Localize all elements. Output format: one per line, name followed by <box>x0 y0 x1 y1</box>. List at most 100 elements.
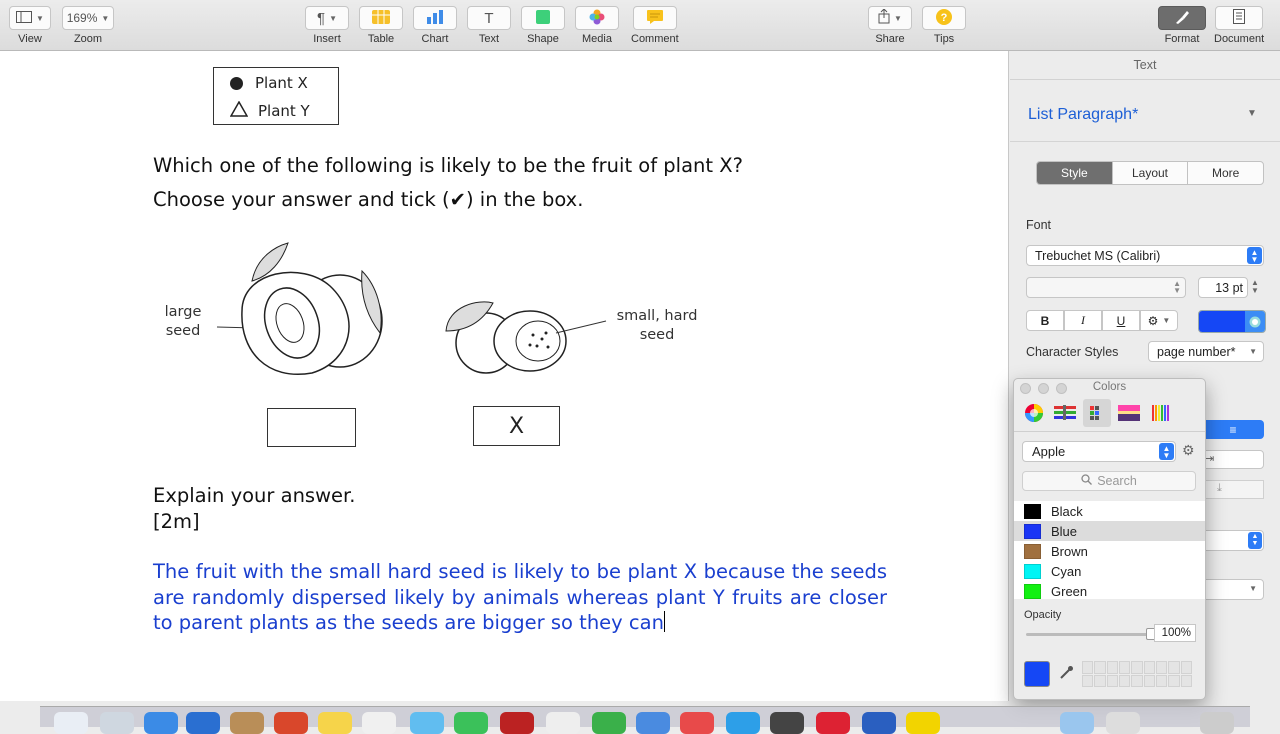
disclosure-triangle-icon[interactable]: ▼ <box>1247 108 1257 119</box>
safari-icon[interactable] <box>144 712 178 734</box>
answer-text-block[interactable]: The fruit with the small hard seed is li… <box>153 559 887 636</box>
zoom-control[interactable]: 169% ▼ Zoom <box>62 6 114 45</box>
notes-icon[interactable] <box>318 712 352 734</box>
launchpad-icon[interactable] <box>100 712 134 734</box>
answer-box-right[interactable]: X <box>473 406 560 446</box>
color-list-item-brown[interactable]: Brown <box>1014 541 1205 561</box>
insert-button[interactable]: ¶ ▼ <box>305 6 349 30</box>
trash-icon[interactable] <box>1200 712 1234 734</box>
indent-button[interactable]: ⇥ <box>1202 450 1264 469</box>
facetime-icon[interactable] <box>454 712 488 734</box>
image-palettes-mode-button[interactable] <box>1115 399 1143 427</box>
segment-more[interactable]: More <box>1188 162 1263 184</box>
table-control[interactable]: Table <box>359 6 403 45</box>
document-button[interactable] <box>1215 6 1264 30</box>
eyedropper-button[interactable] <box>1058 665 1074 686</box>
custom-swatch-slot[interactable] <box>1131 674 1143 687</box>
color-list-item-cyan[interactable]: Cyan <box>1014 561 1205 581</box>
palette-action-button[interactable]: ⚙ <box>1182 442 1195 459</box>
color-wheel-mode-button[interactable] <box>1020 399 1048 427</box>
shape-button[interactable] <box>521 6 565 30</box>
color-list-item-black[interactable]: Black <box>1014 501 1205 521</box>
custom-swatch-slot[interactable] <box>1131 661 1143 674</box>
bullets-select[interactable]: ▼ <box>1202 579 1264 600</box>
font-size-stepper[interactable]: ▲ ▼ <box>1251 279 1259 295</box>
custom-swatch-slot[interactable] <box>1106 661 1118 674</box>
app-store-icon[interactable] <box>726 712 760 734</box>
answer-box-left[interactable] <box>267 408 356 447</box>
segment-layout[interactable]: Layout <box>1113 162 1189 184</box>
documents-stack-icon[interactable] <box>1106 712 1140 734</box>
custom-swatch-slot[interactable] <box>1180 661 1192 674</box>
format-button[interactable] <box>1158 6 1206 30</box>
share-button[interactable]: ▼ <box>868 6 912 30</box>
pencils-mode-button[interactable] <box>1147 399 1175 427</box>
spacing-select[interactable]: ▲ ▼ <box>1202 530 1264 551</box>
system-preferences-icon[interactable] <box>770 712 804 734</box>
tips-button[interactable]: ? <box>922 6 966 30</box>
text-color-well[interactable] <box>1198 310 1266 333</box>
custom-swatch-slot[interactable] <box>1094 674 1106 687</box>
view-control[interactable]: ▼ View <box>9 6 51 45</box>
numbers-icon[interactable] <box>592 712 626 734</box>
custom-swatch-slot[interactable] <box>1155 661 1168 674</box>
view-button[interactable]: ▼ <box>9 6 51 30</box>
text-button[interactable]: T <box>467 6 511 30</box>
media-control[interactable]: Media <box>575 6 619 45</box>
custom-swatch-slot[interactable] <box>1082 674 1094 687</box>
app-icon[interactable] <box>816 712 850 734</box>
text-control[interactable]: T Text <box>467 6 511 45</box>
color-palettes-mode-button[interactable] <box>1083 399 1111 427</box>
chart-control[interactable]: Chart <box>413 6 457 45</box>
current-color-well[interactable] <box>1024 661 1050 687</box>
share-control[interactable]: ▼ Share <box>868 6 912 45</box>
chart-button[interactable] <box>413 6 457 30</box>
finder-icon[interactable] <box>54 712 88 734</box>
insert-control[interactable]: ¶ ▼ Insert <box>305 6 349 45</box>
color-list-item-green[interactable]: Green <box>1014 581 1205 599</box>
app-icon[interactable] <box>906 712 940 734</box>
reminders-icon[interactable] <box>362 712 396 734</box>
custom-swatch-slot[interactable] <box>1180 674 1192 687</box>
custom-swatch-slot[interactable] <box>1155 674 1168 687</box>
custom-swatches-grid[interactable] <box>1082 661 1192 687</box>
custom-swatch-slot[interactable] <box>1143 674 1155 687</box>
color-list-item-blue[interactable]: Blue <box>1014 521 1205 541</box>
keynote-icon[interactable] <box>636 712 670 734</box>
custom-swatch-slot[interactable] <box>1168 661 1180 674</box>
italic-button[interactable]: I <box>1064 310 1102 331</box>
color-sliders-mode-button[interactable] <box>1051 399 1079 427</box>
opacity-slider[interactable] <box>1026 628 1156 640</box>
media-button[interactable] <box>575 6 619 30</box>
answer-text[interactable]: The fruit with the small hard seed is li… <box>153 560 887 634</box>
typeface-select[interactable]: ▲ ▼ <box>1026 277 1186 298</box>
segment-style[interactable]: Style <box>1037 162 1113 184</box>
mail-icon[interactable] <box>186 712 220 734</box>
itunes-icon[interactable] <box>680 712 714 734</box>
shape-control[interactable]: Shape <box>521 6 565 45</box>
text-options-button[interactable]: ⚙ ▼ <box>1140 310 1178 331</box>
document-canvas[interactable]: Plant X Plant Y Which one of the followi… <box>0 51 1009 701</box>
custom-swatch-slot[interactable] <box>1143 661 1155 674</box>
opacity-value-field[interactable]: 100% <box>1154 624 1196 642</box>
document-control[interactable]: Document <box>1214 6 1264 45</box>
color-search-field[interactable]: Search <box>1022 471 1196 491</box>
paragraph-style-selector[interactable]: List Paragraph* <box>1028 106 1138 124</box>
inspector-tab-text[interactable]: Text <box>1010 51 1280 80</box>
photo-booth-icon[interactable] <box>500 712 534 734</box>
character-style-select[interactable]: page number* ▼ <box>1148 341 1264 362</box>
custom-swatch-slot[interactable] <box>1118 674 1131 687</box>
zoom-select[interactable]: 169% ▼ <box>62 6 114 30</box>
font-name-select[interactable]: Trebuchet MS (Calibri) ▲ ▼ <box>1026 245 1264 266</box>
custom-swatch-slot[interactable] <box>1082 661 1094 674</box>
underline-button[interactable]: U <box>1102 310 1140 331</box>
comment-button[interactable] <box>632 6 677 30</box>
custom-swatch-slot[interactable] <box>1168 674 1180 687</box>
table-button[interactable] <box>359 6 403 30</box>
chrome-icon[interactable] <box>862 712 896 734</box>
font-size-field[interactable]: 13 pt <box>1198 277 1248 298</box>
format-control[interactable]: Format <box>1158 6 1206 45</box>
calendar-icon[interactable] <box>274 712 308 734</box>
messages-icon[interactable] <box>410 712 444 734</box>
comment-control[interactable]: Comment <box>631 6 679 45</box>
